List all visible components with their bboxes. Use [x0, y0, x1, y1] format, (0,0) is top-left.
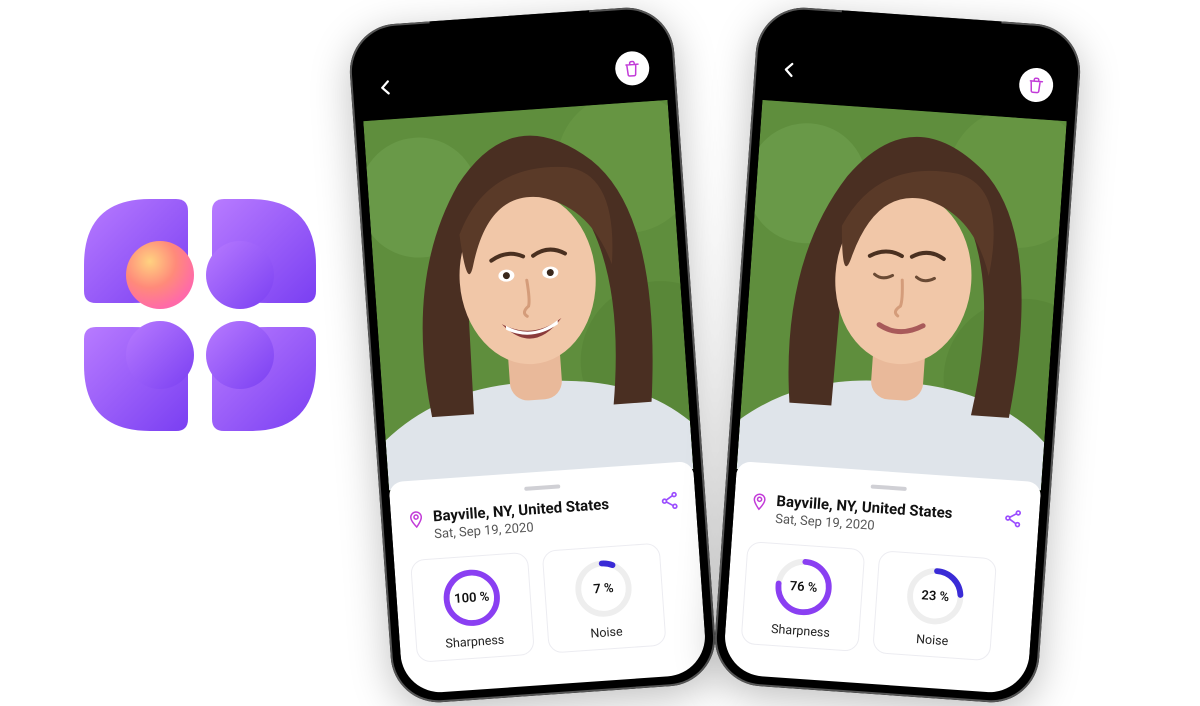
- sharpness-value: 100 %: [454, 589, 490, 606]
- sheet-grabber[interactable]: [870, 484, 906, 491]
- noise-value: 23 %: [921, 588, 950, 605]
- details-sheet[interactable]: Bayville, NY, United States Sat, Sep 19,…: [389, 461, 708, 695]
- metric-sharpness: 100 % Sharpness: [410, 552, 535, 663]
- photo-preview[interactable]: [737, 100, 1067, 490]
- chevron-left-icon: [780, 60, 799, 79]
- noise-label: Noise: [590, 624, 623, 641]
- photo-preview[interactable]: [363, 100, 693, 490]
- sheet-grabber[interactable]: [524, 484, 560, 491]
- delete-button[interactable]: [614, 50, 650, 86]
- phone-mockup-1: Bayville, NY, United States Sat, Sep 19,…: [347, 4, 719, 705]
- sharpness-label: Sharpness: [445, 633, 505, 652]
- trash-icon: [623, 59, 642, 78]
- app-logo: [60, 175, 340, 455]
- location-pin-icon: [750, 492, 769, 515]
- back-button[interactable]: [376, 74, 396, 103]
- delete-button[interactable]: [1018, 67, 1054, 103]
- location-pin-icon: [407, 510, 426, 533]
- metric-noise: 23 % Noise: [872, 550, 997, 661]
- noise-label: Noise: [916, 632, 949, 649]
- chevron-left-icon: [376, 78, 395, 97]
- phone-mockup-2: Bayville, NY, United States Sat, Sep 19,…: [712, 4, 1084, 705]
- details-sheet[interactable]: Bayville, NY, United States Sat, Sep 19,…: [722, 461, 1041, 695]
- metric-noise: 7 % Noise: [542, 543, 667, 654]
- sharpness-value: 76 %: [789, 579, 818, 596]
- share-button[interactable]: [1002, 508, 1024, 533]
- sharpness-label: Sharpness: [771, 622, 831, 641]
- share-button[interactable]: [659, 490, 681, 515]
- metric-sharpness: 76 % Sharpness: [740, 541, 865, 652]
- noise-value: 7 %: [593, 580, 614, 596]
- trash-icon: [1027, 75, 1046, 94]
- back-button[interactable]: [780, 56, 800, 85]
